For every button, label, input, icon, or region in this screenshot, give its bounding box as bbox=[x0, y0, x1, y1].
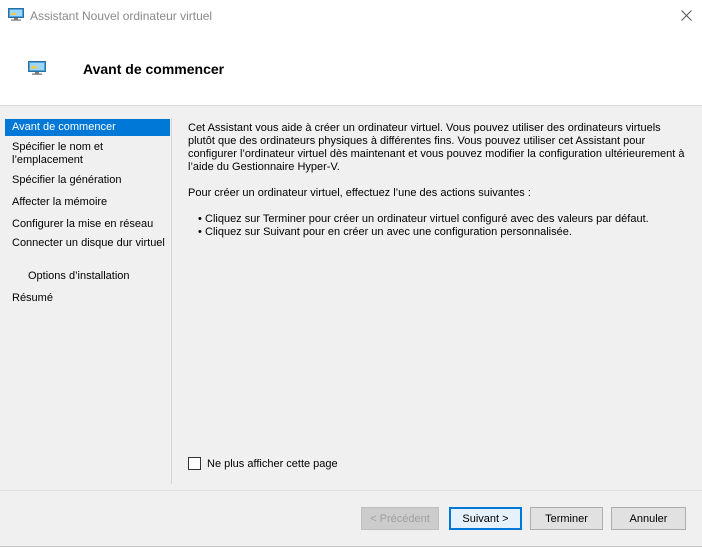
next-button[interactable]: Suivant > bbox=[449, 507, 522, 530]
instruction-text: Pour créer un ordinateur virtuel, effect… bbox=[188, 187, 531, 199]
step-connecter-disque[interactable]: Connecter un disque dur virtuel bbox=[5, 235, 170, 252]
wizard-window: Assistant Nouvel ordinateur virtuel Avan… bbox=[0, 0, 702, 547]
step-affecter-memoire[interactable]: Affecter la mémoire bbox=[5, 194, 170, 211]
skip-page-checkbox[interactable] bbox=[188, 457, 201, 470]
skip-page-label[interactable]: Ne plus afficher cette page bbox=[207, 458, 338, 470]
page-title: Avant de commencer bbox=[83, 61, 225, 77]
wizard-body: Avant de commencer Spécifier le nom et l… bbox=[0, 106, 702, 490]
wizard-step-list: Avant de commencer Spécifier le nom et l… bbox=[0, 118, 172, 484]
step-avant-de-commencer[interactable]: Avant de commencer bbox=[5, 119, 170, 136]
wizard-footer: < Précédent Suivant > Terminer Annuler bbox=[0, 490, 702, 546]
action-list: Cliquez sur Terminer pour créer un ordin… bbox=[188, 213, 688, 239]
title-bar: Assistant Nouvel ordinateur virtuel bbox=[0, 0, 702, 31]
skip-page-option[interactable]: Ne plus afficher cette page bbox=[188, 457, 338, 470]
close-icon bbox=[680, 10, 692, 21]
hyper-v-vm-icon bbox=[8, 8, 24, 21]
finish-button[interactable]: Terminer bbox=[530, 507, 603, 530]
step-specifier-generation[interactable]: Spécifier la génération bbox=[5, 172, 170, 189]
step-options-installation[interactable]: Options d’installation bbox=[5, 268, 170, 285]
step-specifier-nom[interactable]: Spécifier le nom et l’emplacement bbox=[5, 139, 170, 169]
vm-wizard-icon bbox=[28, 61, 46, 75]
list-item: Cliquez sur Suivant pour en créer un ave… bbox=[198, 226, 688, 239]
cancel-button[interactable]: Annuler bbox=[611, 507, 686, 530]
close-button[interactable] bbox=[670, 0, 702, 31]
step-configurer-reseau[interactable]: Configurer la mise en réseau bbox=[5, 216, 170, 233]
list-item: Cliquez sur Terminer pour créer un ordin… bbox=[198, 213, 688, 226]
step-content: Cet Assistant vous aide à créer un ordin… bbox=[188, 122, 688, 239]
intro-text: Cet Assistant vous aide à créer un ordin… bbox=[188, 122, 685, 173]
previous-button[interactable]: < Précédent bbox=[361, 507, 439, 530]
window-title: Assistant Nouvel ordinateur virtuel bbox=[30, 9, 213, 23]
step-resume[interactable]: Résumé bbox=[5, 290, 170, 307]
wizard-header: Avant de commencer bbox=[0, 31, 702, 106]
